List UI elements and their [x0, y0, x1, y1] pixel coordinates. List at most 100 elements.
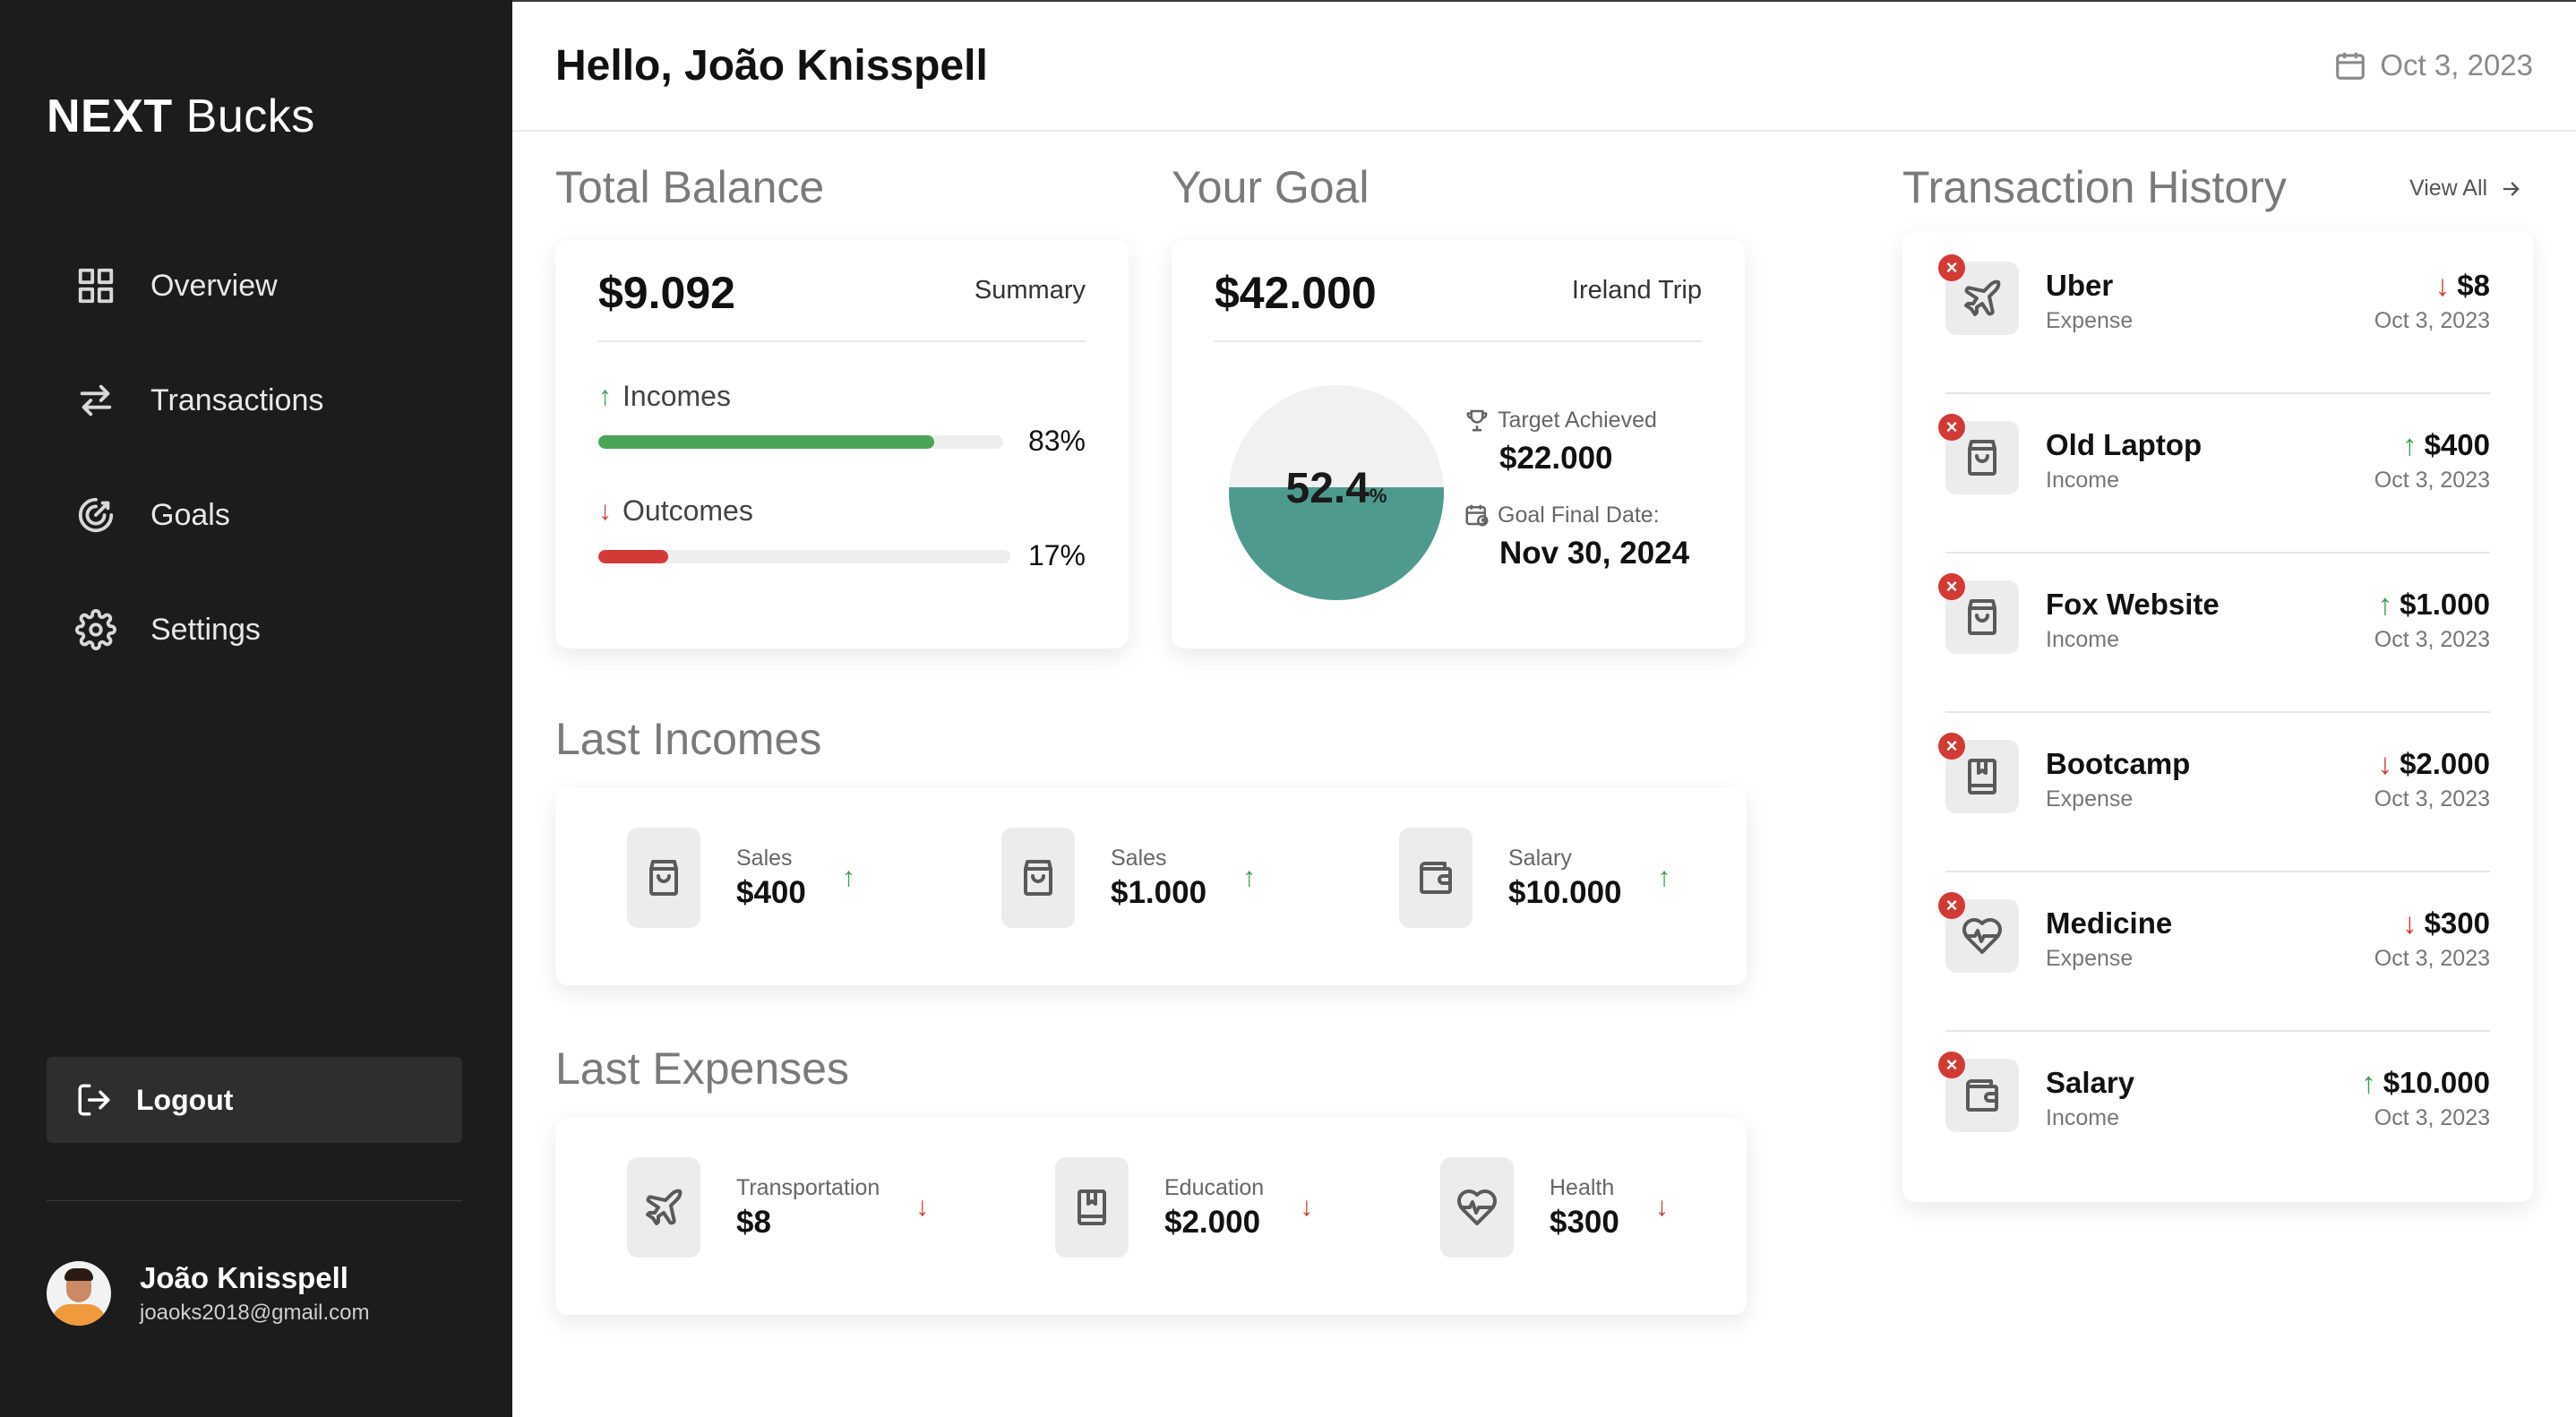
transaction-amount: ↓ $2.000: [2378, 747, 2490, 781]
transaction-date: Oct 3, 2023: [2374, 627, 2490, 652]
transaction-date: Oct 3, 2023: [2374, 786, 2490, 812]
expense-item[interactable]: Transportation $8 ↓: [627, 1157, 929, 1258]
transaction-row[interactable]: × Bootcamp Expense ↓ $2.000 Oct 3, 2023: [1938, 713, 2490, 872]
expense-item-label: Transportation: [736, 1174, 880, 1200]
goal-progress-unit: %: [1369, 485, 1387, 507]
trophy-icon: [1466, 409, 1488, 432]
transaction-amount: ↑ $400: [2402, 428, 2490, 462]
arrow-down-icon: ↓: [915, 1192, 930, 1222]
delete-icon[interactable]: ×: [1938, 892, 1965, 919]
goal-progress-text: 52.4%: [1229, 464, 1444, 513]
user-name: João Knisspell: [140, 1261, 348, 1294]
logout-icon: [78, 1084, 110, 1116]
expense-item[interactable]: Health $300 ↓: [1440, 1157, 1669, 1258]
transaction-row[interactable]: × Old Laptop Income ↑ $400 Oct 3, 2023: [1938, 394, 2490, 554]
arrow-up-icon: ↑: [2377, 588, 2393, 621]
arrow-down-icon: ↓: [1300, 1192, 1314, 1222]
view-all-label: View All: [2409, 176, 2488, 201]
income-item[interactable]: Sales $400 ↑: [627, 828, 855, 928]
target-label-text: Target Achieved: [1498, 407, 1657, 433]
goal-title: Your Goal: [1172, 162, 1370, 212]
airplane-icon: [627, 1157, 700, 1258]
logout-button[interactable]: Logout: [47, 1057, 462, 1143]
transaction-name: Medicine: [2046, 906, 2173, 940]
arrow-up-icon: ↑: [598, 381, 612, 411]
last-incomes-card: Sales $400 ↑ Sales $1.000 ↑ Salary $10.0…: [555, 788, 1747, 985]
transaction-amount: ↓ $8: [2435, 269, 2490, 303]
income-item-value: $1.000: [1111, 874, 1207, 910]
transaction-amount: ↓ $300: [2402, 906, 2490, 940]
goal-progress-chart: 52.4%: [1229, 385, 1444, 600]
arrow-down-icon: ↓: [2402, 906, 2417, 940]
transaction-row[interactable]: × Salary Income ↑ $10.000 Oct 3, 2023: [1938, 1032, 2490, 1148]
sidebar-item-goals[interactable]: Goals: [75, 458, 323, 572]
sidebar-item-overview[interactable]: Overview: [75, 228, 323, 343]
transaction-row[interactable]: × Fox Website Income ↑ $1.000 Oct 3, 2023: [1938, 554, 2490, 713]
arrow-down-icon: ↓: [598, 495, 612, 526]
transaction-row[interactable]: × Uber Expense ↓ $8 Oct 3, 2023: [1938, 235, 2490, 394]
delete-icon[interactable]: ×: [1938, 573, 1965, 600]
arrow-down-icon: ↓: [2434, 269, 2451, 302]
page-title: Hello, João Knisspell: [555, 42, 988, 90]
transaction-type: Expense: [2046, 946, 2134, 971]
transaction-date: Oct 3, 2023: [2374, 946, 2490, 971]
delete-icon[interactable]: ×: [1938, 733, 1965, 760]
outcomes-label: ↓ Outcomes: [598, 494, 753, 528]
arrow-up-icon: ↑: [841, 863, 855, 892]
sidebar-item-label: Goals: [150, 497, 230, 532]
incomes-percent: 83%: [1027, 425, 1086, 457]
total-balance-card: $9.092 Summary ↑ Incomes 83% ↓ Outcomes …: [555, 240, 1129, 648]
outcomes-progress-fill: [598, 550, 669, 563]
sidebar-item-label: Overview: [150, 268, 278, 303]
arrows-swap-icon: [75, 380, 116, 421]
sidebar: NEXT Bucks Overview Transactions Goals S…: [0, 0, 512, 1417]
transaction-name: Old Laptop: [2046, 428, 2202, 461]
logo-light: Bucks: [185, 90, 315, 142]
arrow-up-icon: ↑: [1242, 863, 1257, 892]
income-item[interactable]: Salary $10.000 ↑: [1399, 828, 1671, 928]
transaction-amount-value: $300: [2424, 906, 2490, 940]
total-balance-title: Total Balance: [555, 162, 825, 212]
final-date-label-text: Goal Final Date:: [1498, 502, 1660, 528]
expense-item-value: $300: [1550, 1204, 1619, 1240]
transaction-row[interactable]: × Medicine Expense ↓ $300 Oct 3, 2023: [1938, 872, 2490, 1032]
arrow-up-icon: ↑: [1657, 863, 1671, 892]
app-logo[interactable]: NEXT Bucks: [47, 90, 315, 143]
transaction-name: Salary: [2046, 1066, 2135, 1099]
income-item-label: Sales: [1111, 845, 1167, 871]
goal-name: Ireland Trip: [1571, 276, 1702, 305]
shopping-bag-icon: [627, 828, 700, 928]
incomes-progress-bar: [598, 435, 1003, 449]
expense-item-value: $2.000: [1164, 1204, 1261, 1240]
expense-item[interactable]: Education $2.000 ↓: [1055, 1157, 1313, 1258]
income-item[interactable]: Sales $1.000 ↑: [1001, 828, 1256, 928]
transaction-amount-value: $8: [2457, 269, 2490, 302]
sidebar-item-settings[interactable]: Settings: [75, 572, 323, 687]
summary-label[interactable]: Summary: [975, 276, 1086, 305]
arrow-up-icon: ↑: [2402, 428, 2417, 461]
user-profile[interactable]: João Knisspell joaoks2018@gmail.com: [47, 1261, 370, 1326]
sidebar-item-transactions[interactable]: Transactions: [75, 343, 323, 458]
avatar: [47, 1261, 111, 1326]
delete-icon[interactable]: ×: [1938, 254, 1965, 281]
logo-bold: NEXT: [47, 90, 173, 142]
arrow-right-icon: [2503, 181, 2520, 196]
transaction-amount: ↑ $10.000: [2361, 1066, 2490, 1100]
header-date-text: Oct 3, 2023: [2380, 48, 2533, 82]
transaction-history-title: Transaction History: [1902, 162, 2287, 212]
delete-icon[interactable]: ×: [1938, 414, 1965, 441]
transaction-date: Oct 3, 2023: [2374, 1105, 2490, 1130]
target-value: $22.000: [1499, 441, 1613, 476]
income-item-value: $400: [736, 874, 806, 910]
sidebar-item-label: Settings: [150, 612, 261, 647]
calendar-clock-icon: [1465, 504, 1489, 527]
view-all-link[interactable]: View All: [2409, 176, 2523, 202]
expense-item-label: Health: [1550, 1174, 1615, 1200]
grid-icon: [75, 265, 116, 306]
arrow-down-icon: ↓: [2377, 747, 2393, 780]
delete-icon[interactable]: ×: [1938, 1052, 1965, 1078]
heart-pulse-icon: [1440, 1157, 1514, 1258]
card-divider: [598, 340, 1086, 342]
last-expenses-card: Transportation $8 ↓ Education $2.000 ↓ H…: [555, 1118, 1747, 1315]
transaction-type: Income: [2046, 468, 2119, 493]
